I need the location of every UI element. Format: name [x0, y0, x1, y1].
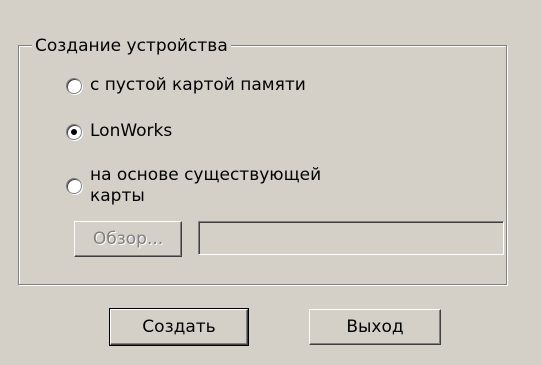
radio-existing-map-label[interactable]: на основе существующей карты — [90, 165, 321, 207]
radio-empty-memory-map-label[interactable]: с пустой картой памяти — [90, 75, 306, 96]
radio-lonworks-indicator[interactable] — [66, 124, 82, 140]
radio-lonworks-label[interactable]: LonWorks — [90, 121, 172, 142]
radio-lonworks[interactable]: LonWorks — [66, 121, 172, 142]
device-creation-group: Создание устройства с пустой картой памя… — [18, 25, 507, 285]
radio-existing-map[interactable]: на основе существующей карты — [66, 165, 321, 207]
group-title: Создание устройства — [32, 36, 231, 56]
radio-existing-map-label-line1: на основе существующей — [90, 165, 322, 185]
exit-button[interactable]: Выход — [309, 309, 441, 345]
create-button[interactable]: Создать — [109, 308, 249, 346]
radio-empty-memory-map[interactable]: с пустой картой памяти — [66, 75, 306, 96]
radio-empty-memory-map-indicator[interactable] — [66, 78, 82, 94]
radio-existing-map-indicator[interactable] — [66, 178, 82, 194]
browse-button[interactable]: Обзор... — [74, 221, 182, 257]
radio-existing-map-label-line2: карты — [90, 186, 145, 206]
map-path-field[interactable] — [198, 221, 504, 255]
